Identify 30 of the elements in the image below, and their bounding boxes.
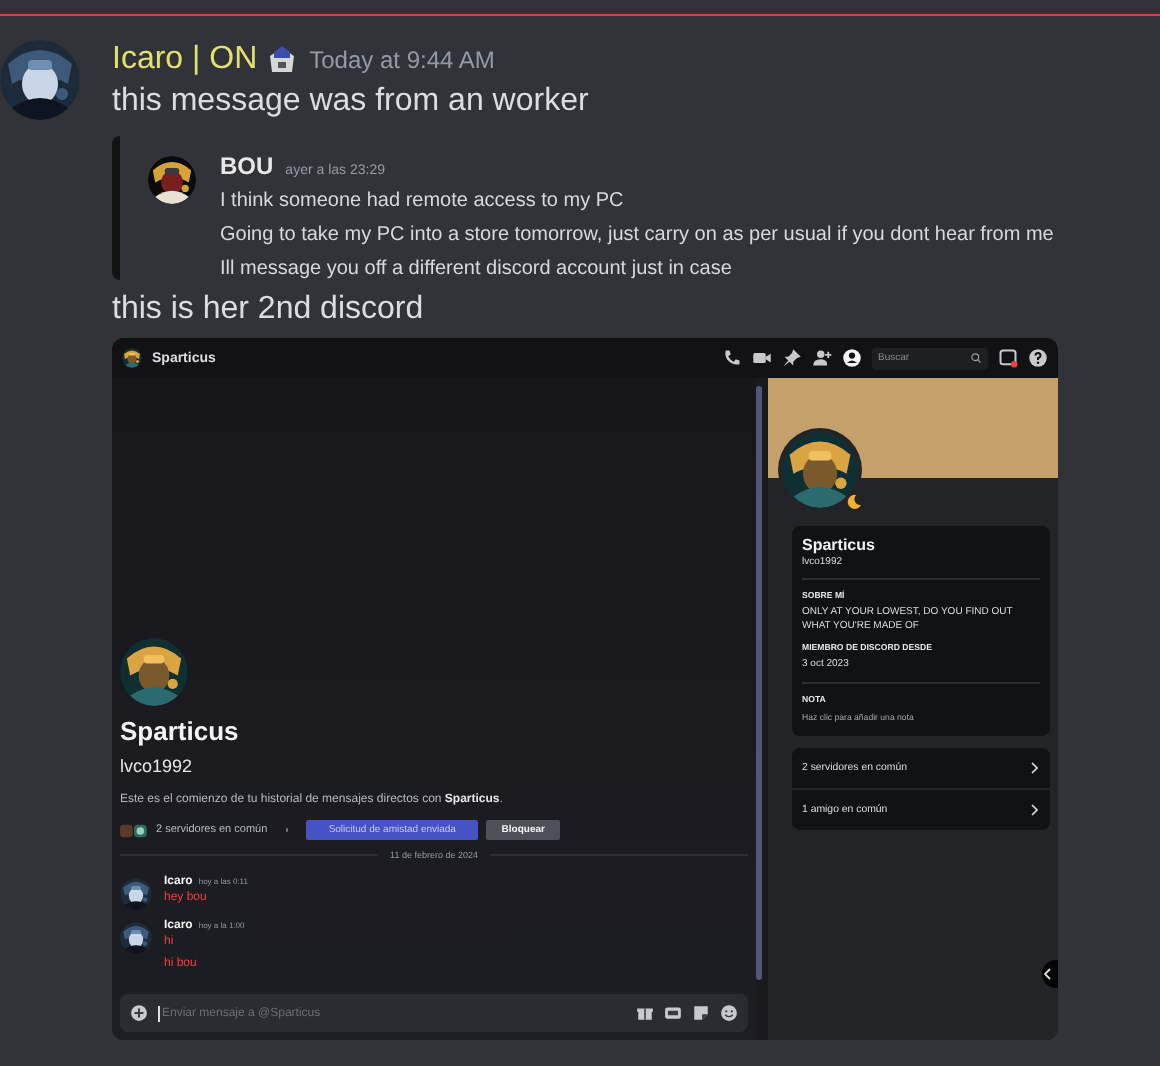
add-friend-icon[interactable] bbox=[812, 348, 832, 368]
phone-icon[interactable] bbox=[722, 348, 742, 368]
message-text: this message was from an worker bbox=[112, 82, 591, 122]
badge-icon bbox=[265, 44, 298, 76]
sticker-icon[interactable] bbox=[692, 1004, 710, 1022]
display-name: Sparticus bbox=[120, 716, 241, 746]
pin-icon[interactable] bbox=[782, 348, 802, 368]
inbox-icon[interactable] bbox=[998, 348, 1018, 368]
chevron-right-icon bbox=[1030, 804, 1038, 816]
gif-icon[interactable] bbox=[664, 1004, 682, 1022]
quote-author: BOU bbox=[220, 152, 274, 180]
server-icons-drawing bbox=[120, 823, 148, 837]
message-text: this is her 2nd discord bbox=[112, 290, 426, 330]
quote-line: Going to take my PC into a store tomorrow, just carry on as per usual if you dont hear from me bbox=[220, 222, 1054, 250]
user-profile-icon[interactable] bbox=[842, 348, 862, 368]
help-icon[interactable] bbox=[1028, 348, 1048, 368]
scrollbar[interactable] bbox=[756, 386, 762, 980]
gift-icon[interactable] bbox=[636, 1004, 654, 1022]
chevron-right-icon bbox=[1030, 762, 1038, 774]
chevron-left-icon bbox=[1044, 968, 1052, 980]
username: lvco1992 bbox=[120, 756, 195, 776]
username[interactable]: Icaro | ON bbox=[112, 42, 258, 78]
video-camera-icon[interactable] bbox=[752, 348, 772, 368]
emoji-icon[interactable] bbox=[720, 1004, 738, 1022]
display-name: Sparticus bbox=[802, 536, 877, 554]
timestamp: Today at 9:44 AM bbox=[309, 46, 495, 74]
quote-line: I think someone had remote access to my PC bbox=[220, 188, 626, 216]
add-icon[interactable] bbox=[130, 1004, 148, 1022]
quote-line: Ill message you off a different discord account just in case bbox=[220, 256, 734, 284]
search-icon bbox=[970, 352, 982, 364]
